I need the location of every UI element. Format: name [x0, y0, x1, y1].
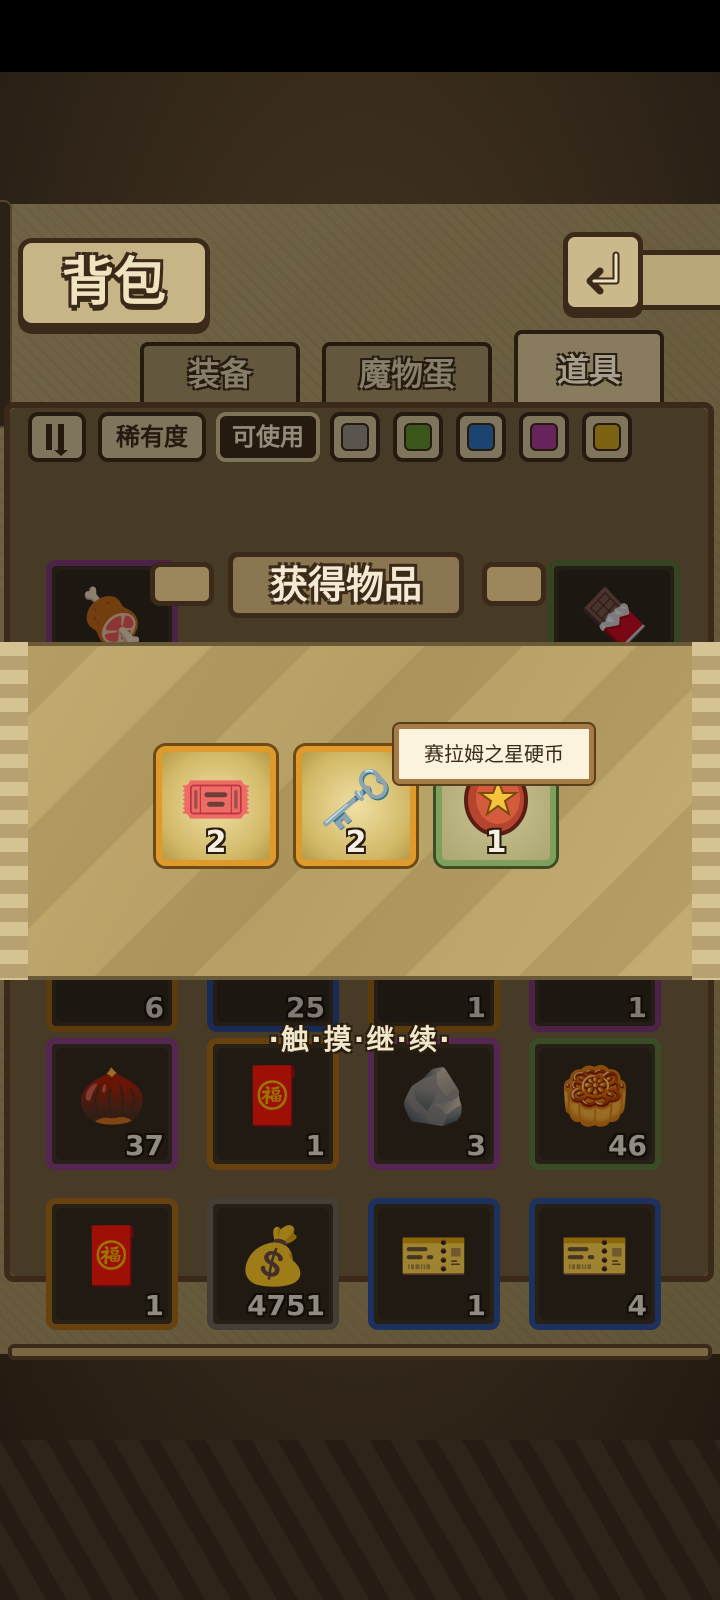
mooncake-icon: 🥮: [560, 1063, 630, 1129]
filter-bar: 稀有度 可使用: [28, 412, 648, 468]
ore-rock-icon: 🪨: [399, 1063, 469, 1129]
banner-right-edge: [692, 642, 720, 980]
tab-items[interactable]: 道具: [514, 330, 664, 402]
return-arrow-icon: [586, 251, 620, 295]
reward-item[interactable]: 🎟️ 2: [156, 746, 276, 866]
inventory-slot[interactable]: 💰 4751: [207, 1198, 339, 1330]
golden-key-icon: 🗝️: [318, 764, 394, 835]
filter-swatch-purple[interactable]: [519, 412, 569, 462]
red-envelope-icon: 🧧: [238, 1063, 308, 1129]
swatch-green-icon: [404, 423, 432, 451]
swatch-blue-icon: [467, 423, 495, 451]
filter-swatch-green[interactable]: [393, 412, 443, 462]
filter-swatch-gray[interactable]: [330, 412, 380, 462]
filter-swatch-yellow[interactable]: [582, 412, 632, 462]
meat-icon: 🍖: [77, 585, 147, 651]
status-bar-area: [0, 0, 720, 72]
page-title: 背包: [61, 253, 166, 313]
seed-icon: 🌰: [77, 1063, 147, 1129]
touch-to-continue-hint[interactable]: ·触·摸·继·续·: [0, 1018, 720, 1058]
category-tabs: 装备 魔物蛋 道具: [0, 330, 720, 402]
bottom-area: [0, 1440, 720, 1600]
sort-order-icon: [46, 424, 68, 456]
back-button[interactable]: [563, 232, 643, 312]
ticket-icon: 🎟️: [178, 764, 254, 835]
back-button-rail: [630, 250, 720, 310]
monster-ticket-icon: 🎫: [399, 1223, 469, 1289]
inventory-slot[interactable]: 🎫 4: [529, 1198, 661, 1330]
banner-left-edge: [0, 642, 28, 980]
rarity-filter-button[interactable]: 稀有度: [98, 412, 206, 462]
inventory-slot[interactable]: 🎫 1: [368, 1198, 500, 1330]
item-tooltip: 赛拉姆之星硬币: [394, 724, 594, 784]
red-envelope-icon: 🧧: [77, 1223, 147, 1289]
usable-filter-button[interactable]: 可使用: [216, 412, 320, 462]
monster-ticket-icon: 🎫: [560, 1223, 630, 1289]
swatch-yellow-icon: [593, 423, 621, 451]
title-side-plate: [150, 562, 214, 606]
tab-monster-eggs[interactable]: 魔物蛋: [322, 342, 492, 402]
inventory-slot[interactable]: 🧧 1: [46, 1198, 178, 1330]
sort-order-button[interactable]: [28, 412, 86, 462]
filter-swatch-blue[interactable]: [456, 412, 506, 462]
coin-bag-icon: 💰: [238, 1223, 308, 1289]
swatch-gray-icon: [341, 423, 369, 451]
swatch-purple-icon: [530, 423, 558, 451]
title-side-plate: [482, 562, 546, 606]
snack-bag-icon: 🍫: [579, 585, 649, 651]
title-plate: 背包: [18, 238, 210, 328]
reward-dialog-title: 获得物品: [228, 552, 464, 618]
panel-bottom-rail: [8, 1344, 712, 1360]
tab-equipment[interactable]: 装备: [140, 342, 300, 402]
